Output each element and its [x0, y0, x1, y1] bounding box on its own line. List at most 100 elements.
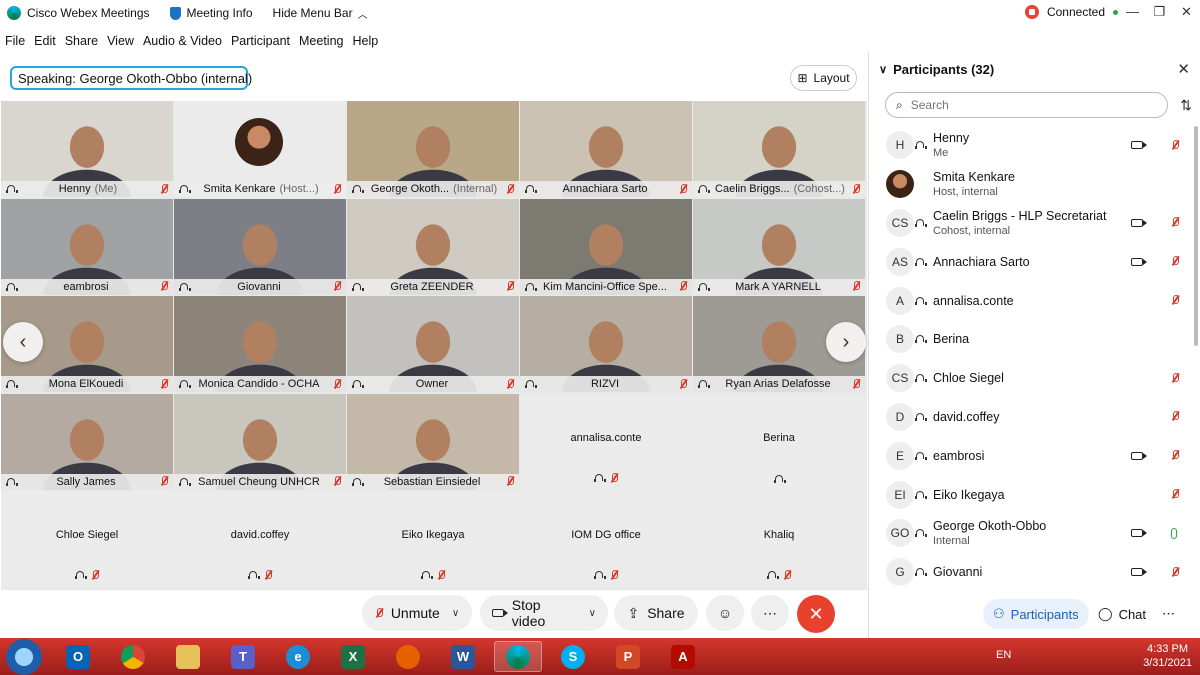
participant-row[interactable]: AS Annachiara Sarto: [869, 242, 1195, 281]
sort-icon[interactable]: ⇅: [1180, 97, 1192, 114]
menu-audio-video[interactable]: Audio & Video: [143, 34, 222, 48]
video-tile[interactable]: eambrosi: [1, 198, 173, 295]
participant-search[interactable]: ⌕: [885, 92, 1168, 118]
video-tile[interactable]: Mark A YARNELL: [693, 198, 865, 295]
more-options-button[interactable]: ⋯: [751, 595, 789, 631]
video-tile[interactable]: Henny (Me): [1, 101, 173, 197]
search-input[interactable]: [910, 98, 1131, 112]
taskbar-acrobat[interactable]: A: [659, 641, 707, 672]
participant-row[interactable]: EI Eiko Ikegaya: [869, 475, 1195, 514]
previous-page-button[interactable]: ‹: [3, 322, 43, 362]
taskbar-outlook[interactable]: O: [54, 641, 102, 672]
chevron-down-icon[interactable]: ∨: [589, 608, 596, 619]
menu-help[interactable]: Help: [352, 34, 378, 48]
hide-menu-bar-button[interactable]: Hide Menu Bar ︿: [273, 6, 368, 21]
taskbar-skype[interactable]: S: [549, 641, 597, 672]
clock[interactable]: 4:33 PM 3/31/2021: [1143, 642, 1192, 670]
reactions-button[interactable]: ☺: [706, 595, 744, 631]
connection-status[interactable]: Connected: [1024, 5, 1118, 19]
menu-file[interactable]: File: [5, 34, 25, 48]
tile-name-bar: George Okoth... (Internal): [347, 181, 519, 197]
participant-row[interactable]: Eeambrosi: [869, 436, 1195, 475]
video-tile[interactable]: Annachiara Sarto: [520, 101, 692, 197]
maximize-button[interactable]: ❐: [1146, 0, 1173, 26]
layout-button[interactable]: ⊞ Layout: [790, 65, 857, 91]
video-tile[interactable]: Greta ZEENDER: [347, 198, 519, 295]
video-tile[interactable]: Smita Kenkare (Host...): [174, 101, 346, 197]
avatar: A: [886, 286, 914, 315]
taskbar-ie[interactable]: e: [274, 641, 322, 672]
audio-icon: [179, 282, 191, 292]
more-panels-button[interactable]: ⋯: [1152, 599, 1185, 629]
menu-view[interactable]: View: [107, 34, 134, 48]
taskbar-word[interactable]: W: [439, 641, 487, 672]
video-tile[interactable]: Sally James: [1, 393, 173, 490]
video-tile[interactable]: George Okoth... (Internal): [347, 101, 519, 197]
participant-row[interactable]: G Giovanni: [869, 553, 1195, 592]
video-tile[interactable]: Owner: [347, 296, 519, 392]
participant-row[interactable]: Smita Kenkare Host, internal: [869, 165, 1195, 204]
start-button[interactable]: [6, 639, 42, 675]
taskbar-powerpoint[interactable]: P: [604, 641, 652, 672]
participant-row[interactable]: GO George Okoth-Obbo Internal: [869, 514, 1195, 553]
mic-muted-icon: [333, 281, 341, 292]
tile-name-bar: Giovanni: [174, 278, 346, 295]
panel-header[interactable]: ∨ Participants (32): [879, 62, 994, 77]
participant-row[interactable]: B Berina: [869, 320, 1195, 359]
taskbar-chrome[interactable]: [109, 641, 157, 672]
meeting-info-button[interactable]: Meeting Info: [169, 6, 253, 20]
chevron-down-icon[interactable]: ∨: [452, 608, 459, 619]
taskbar-excel[interactable]: X: [329, 641, 377, 672]
audio-icon: [6, 379, 18, 389]
audio-icon: [698, 184, 710, 194]
video-tile[interactable]: Caelin Briggs... (Cohost...): [693, 101, 865, 197]
taskbar-teams[interactable]: T: [219, 641, 267, 672]
mic-muted-icon: [610, 472, 618, 484]
video-tile[interactable]: Khaliq: [693, 491, 865, 587]
audio-icon: [525, 379, 537, 389]
share-button[interactable]: ⇪ Share: [614, 595, 698, 631]
people-icon: ⚇: [993, 606, 1005, 621]
stop-video-button[interactable]: Stop video ∨: [480, 595, 608, 631]
video-tile[interactable]: Eiko Ikegaya: [347, 491, 519, 587]
participant-row[interactable]: CS Chloe Siegel: [869, 359, 1195, 398]
participant-row[interactable]: Ddavid.coffey: [869, 398, 1195, 437]
participant-row[interactable]: CS Caelin Briggs - HLP Secretariat Cohost,…: [869, 204, 1195, 243]
video-tile[interactable]: RIZVI: [520, 296, 692, 392]
grid-icon: ⊞: [797, 71, 808, 85]
menu-meeting[interactable]: Meeting: [299, 34, 343, 48]
video-tile[interactable]: Samuel Cheung UNHCR: [174, 393, 346, 490]
close-panel-button[interactable]: ✕: [1177, 60, 1190, 78]
video-tile[interactable]: Monica Candido - OCHA: [174, 296, 346, 392]
video-tile[interactable]: Chloe Siegel: [1, 491, 173, 587]
participant-row[interactable]: Aannalisa.conte: [869, 281, 1195, 320]
menu-edit[interactable]: Edit: [34, 34, 56, 48]
menu-participant[interactable]: Participant: [231, 34, 290, 48]
participant-row[interactable]: H Henny Me: [869, 126, 1195, 165]
unmute-button[interactable]: Unmute ∨: [362, 595, 472, 631]
leave-meeting-button[interactable]: ✕: [797, 595, 835, 633]
video-tile[interactable]: Sebastian Einsiedel: [347, 393, 519, 490]
language-indicator[interactable]: EN: [996, 649, 1011, 661]
next-page-button[interactable]: ›: [826, 322, 866, 362]
taskbar-firefox[interactable]: [384, 641, 432, 672]
video-tile[interactable]: IOM DG office: [520, 491, 692, 587]
chat-button[interactable]: ◯ Chat: [1088, 599, 1156, 629]
tile-name: Eiko Ikegaya: [401, 529, 465, 541]
video-tile[interactable]: Giovanni: [174, 198, 346, 295]
participants-button[interactable]: ⚇ Participants: [983, 599, 1089, 629]
teams-icon: T: [231, 644, 255, 669]
more-icon: ⋯: [1162, 606, 1175, 621]
menu-share[interactable]: Share: [65, 34, 98, 48]
tile-name: Sebastian Einsiedel: [383, 475, 481, 488]
video-tile[interactable]: Kim Mancini-Office Spe...: [520, 198, 692, 295]
close-window-button[interactable]: ✕: [1173, 0, 1200, 26]
taskbar-webex[interactable]: [494, 641, 542, 672]
video-tile[interactable]: david.coffey: [174, 491, 346, 587]
tile-name: Henny: [58, 183, 91, 195]
video-tile[interactable]: annalisa.conte: [520, 393, 692, 490]
panel-scrollbar[interactable]: [1194, 126, 1198, 346]
video-tile[interactable]: Berina: [693, 393, 865, 490]
minimize-button[interactable]: —: [1119, 0, 1146, 26]
taskbar-explorer[interactable]: [164, 641, 212, 672]
